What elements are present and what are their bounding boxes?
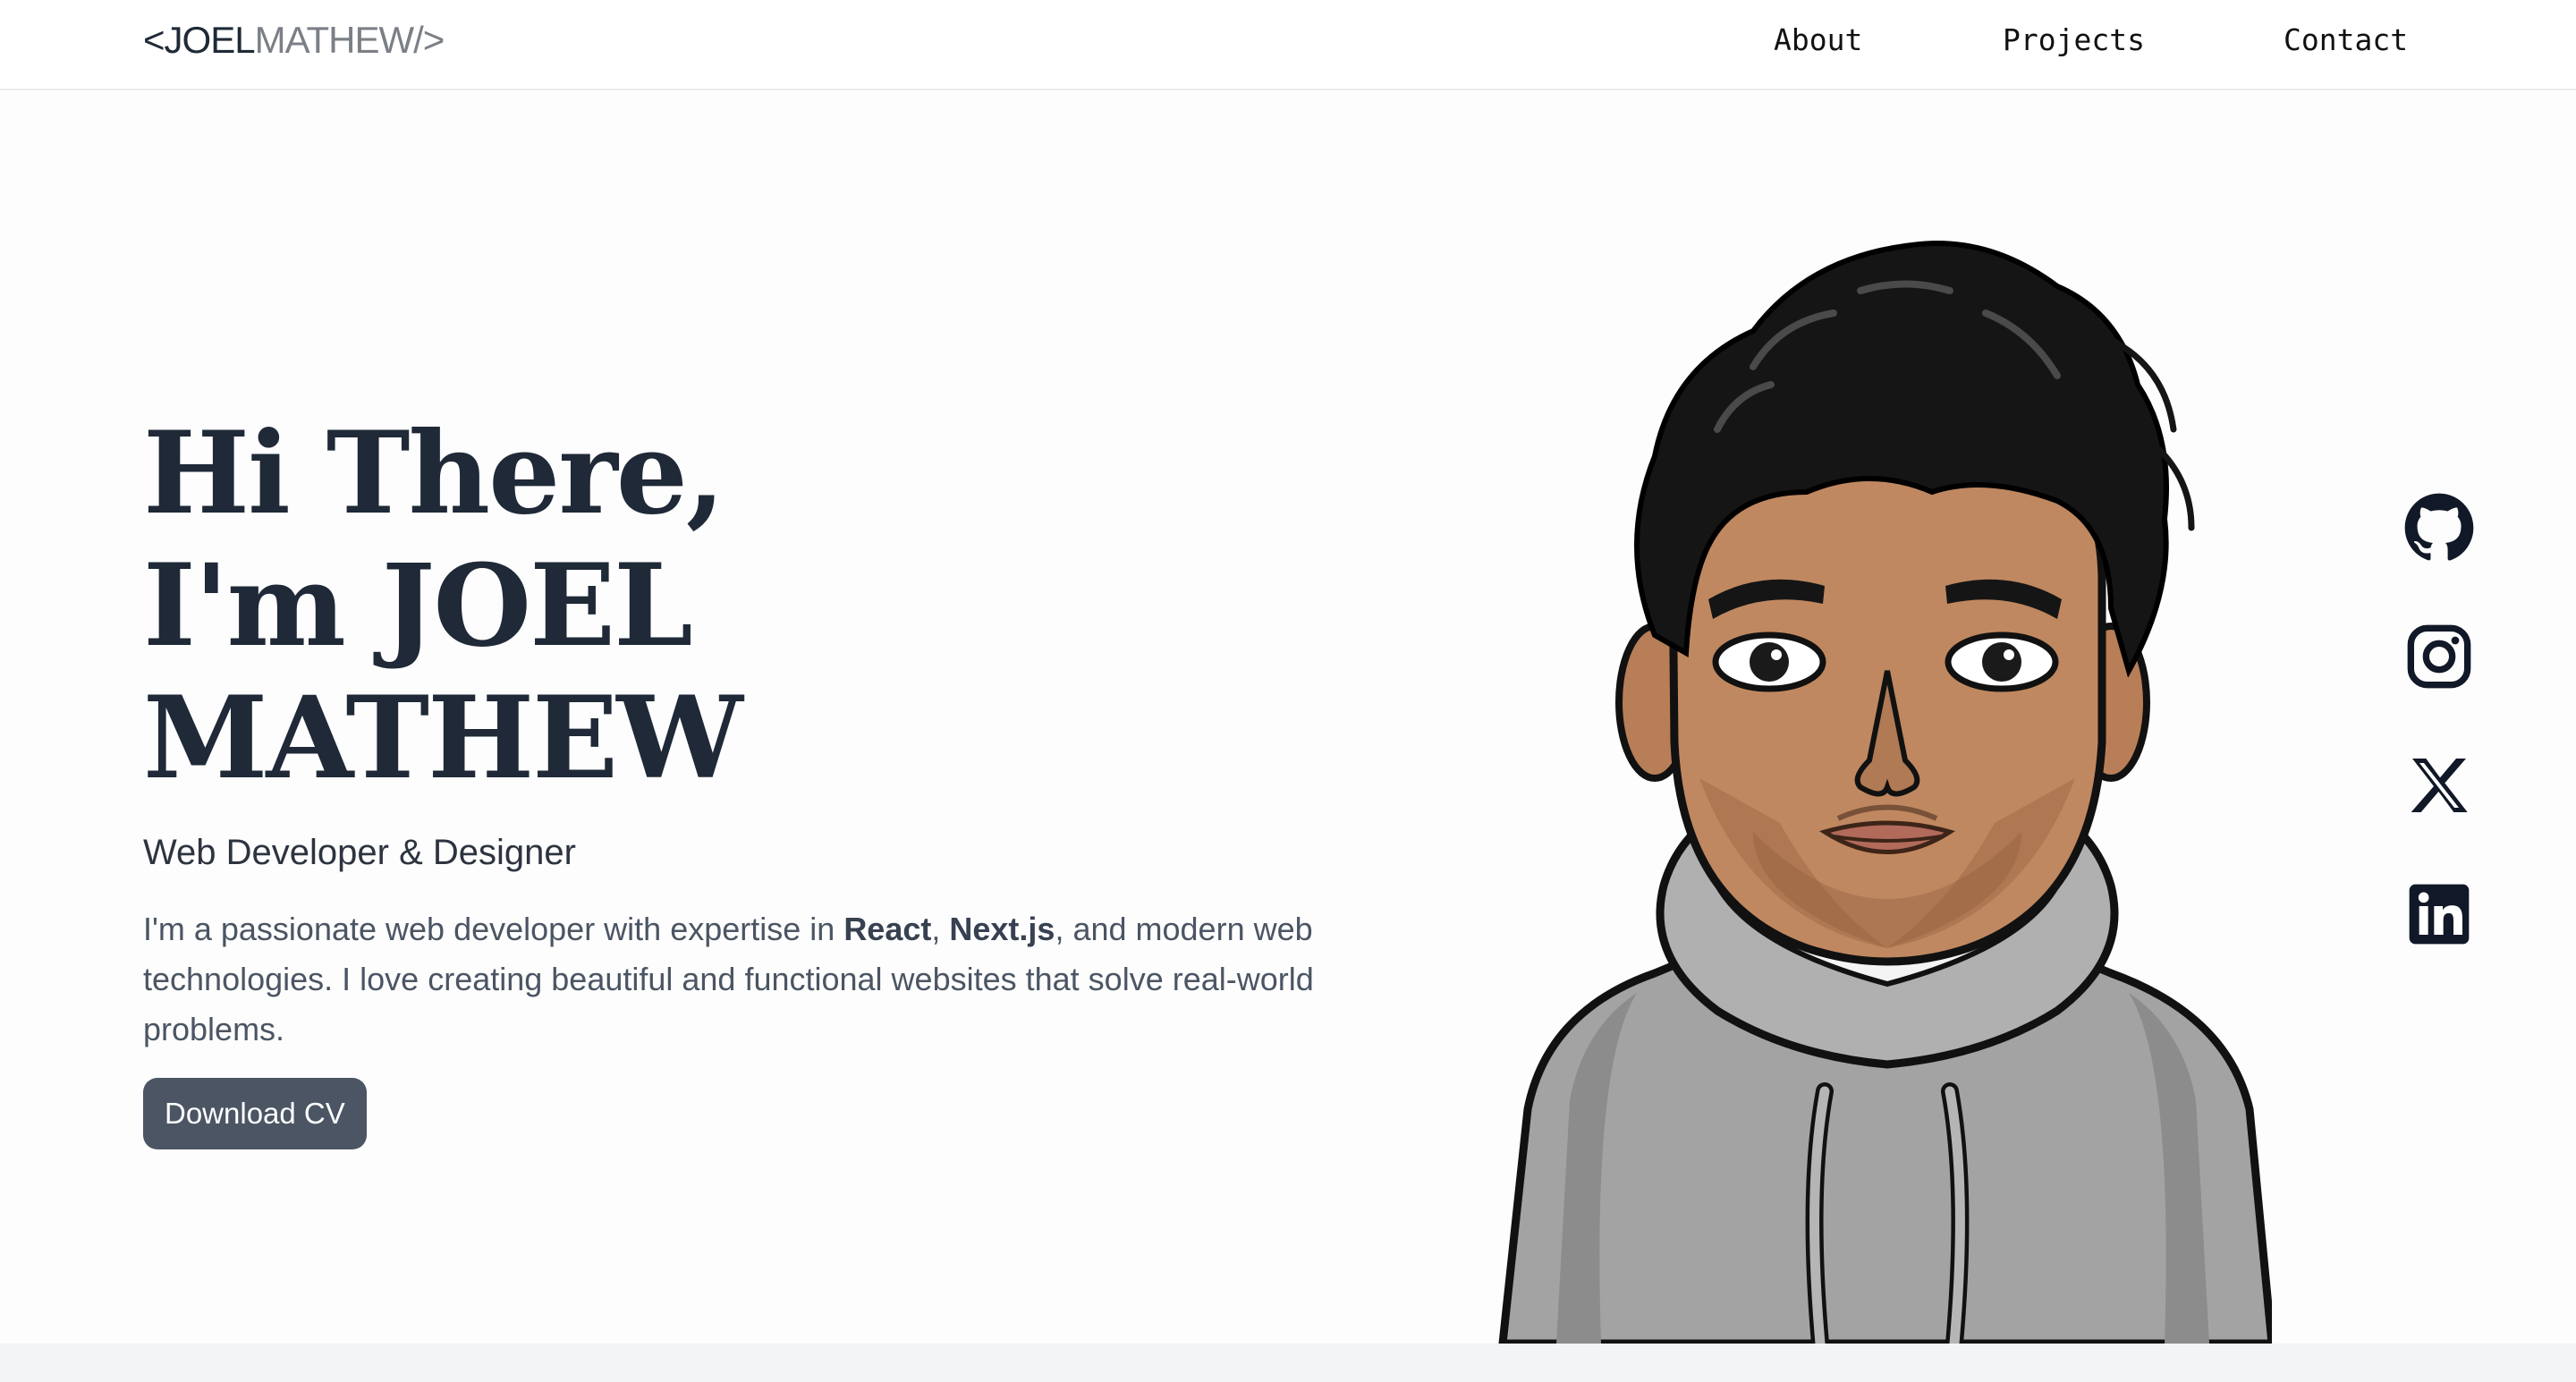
logo-first-name: JOEL <box>164 19 256 61</box>
hero-bio: I'm a passionate web developer with expe… <box>143 904 1315 1055</box>
github-link[interactable] <box>2403 492 2475 564</box>
hero-heading-line2: I'm JOEL MATHEW <box>143 539 743 804</box>
x-icon <box>2403 750 2475 821</box>
bio-text-start: I'm a passionate web developer with expe… <box>143 911 844 947</box>
linkedin-icon <box>2403 878 2475 950</box>
site-header: <JOELMATHEW/> About Projects Contact <box>0 0 2576 90</box>
next-section-band <box>0 1344 2576 1382</box>
bio-separator: , <box>931 911 950 947</box>
download-cv-button[interactable]: Download CV <box>143 1078 367 1149</box>
hero-heading: Hi There, I'm JOEL MATHEW <box>143 407 1306 804</box>
nav-link-projects[interactable]: Projects <box>2003 22 2145 58</box>
bio-tech-react: React <box>843 911 932 947</box>
portfolio-page: <JOELMATHEW/> About Projects Contact Hi … <box>0 0 2576 1382</box>
avatar-illustration <box>1485 206 2276 1352</box>
nav-link-contact[interactable]: Contact <box>2284 22 2408 58</box>
logo-close-bracket: /> <box>413 19 445 61</box>
linkedin-link[interactable] <box>2403 878 2475 950</box>
hero-heading-line1: Hi There, <box>143 407 725 539</box>
site-logo[interactable]: <JOELMATHEW/> <box>143 19 445 61</box>
bio-tech-nextjs: Next.js <box>949 911 1055 947</box>
nav-link-about[interactable]: About <box>1774 22 1862 58</box>
instagram-link[interactable] <box>2403 621 2475 692</box>
hero-role: Web Developer & Designer <box>143 833 576 872</box>
logo-last-name: MATHEW <box>254 19 415 61</box>
hero-intro: Hi There, I'm JOEL MATHEW Web Developer … <box>143 407 1314 1149</box>
instagram-icon <box>2403 621 2475 692</box>
x-link[interactable] <box>2403 750 2475 821</box>
logo-open-bracket: < <box>143 19 165 61</box>
github-icon <box>2403 492 2475 564</box>
